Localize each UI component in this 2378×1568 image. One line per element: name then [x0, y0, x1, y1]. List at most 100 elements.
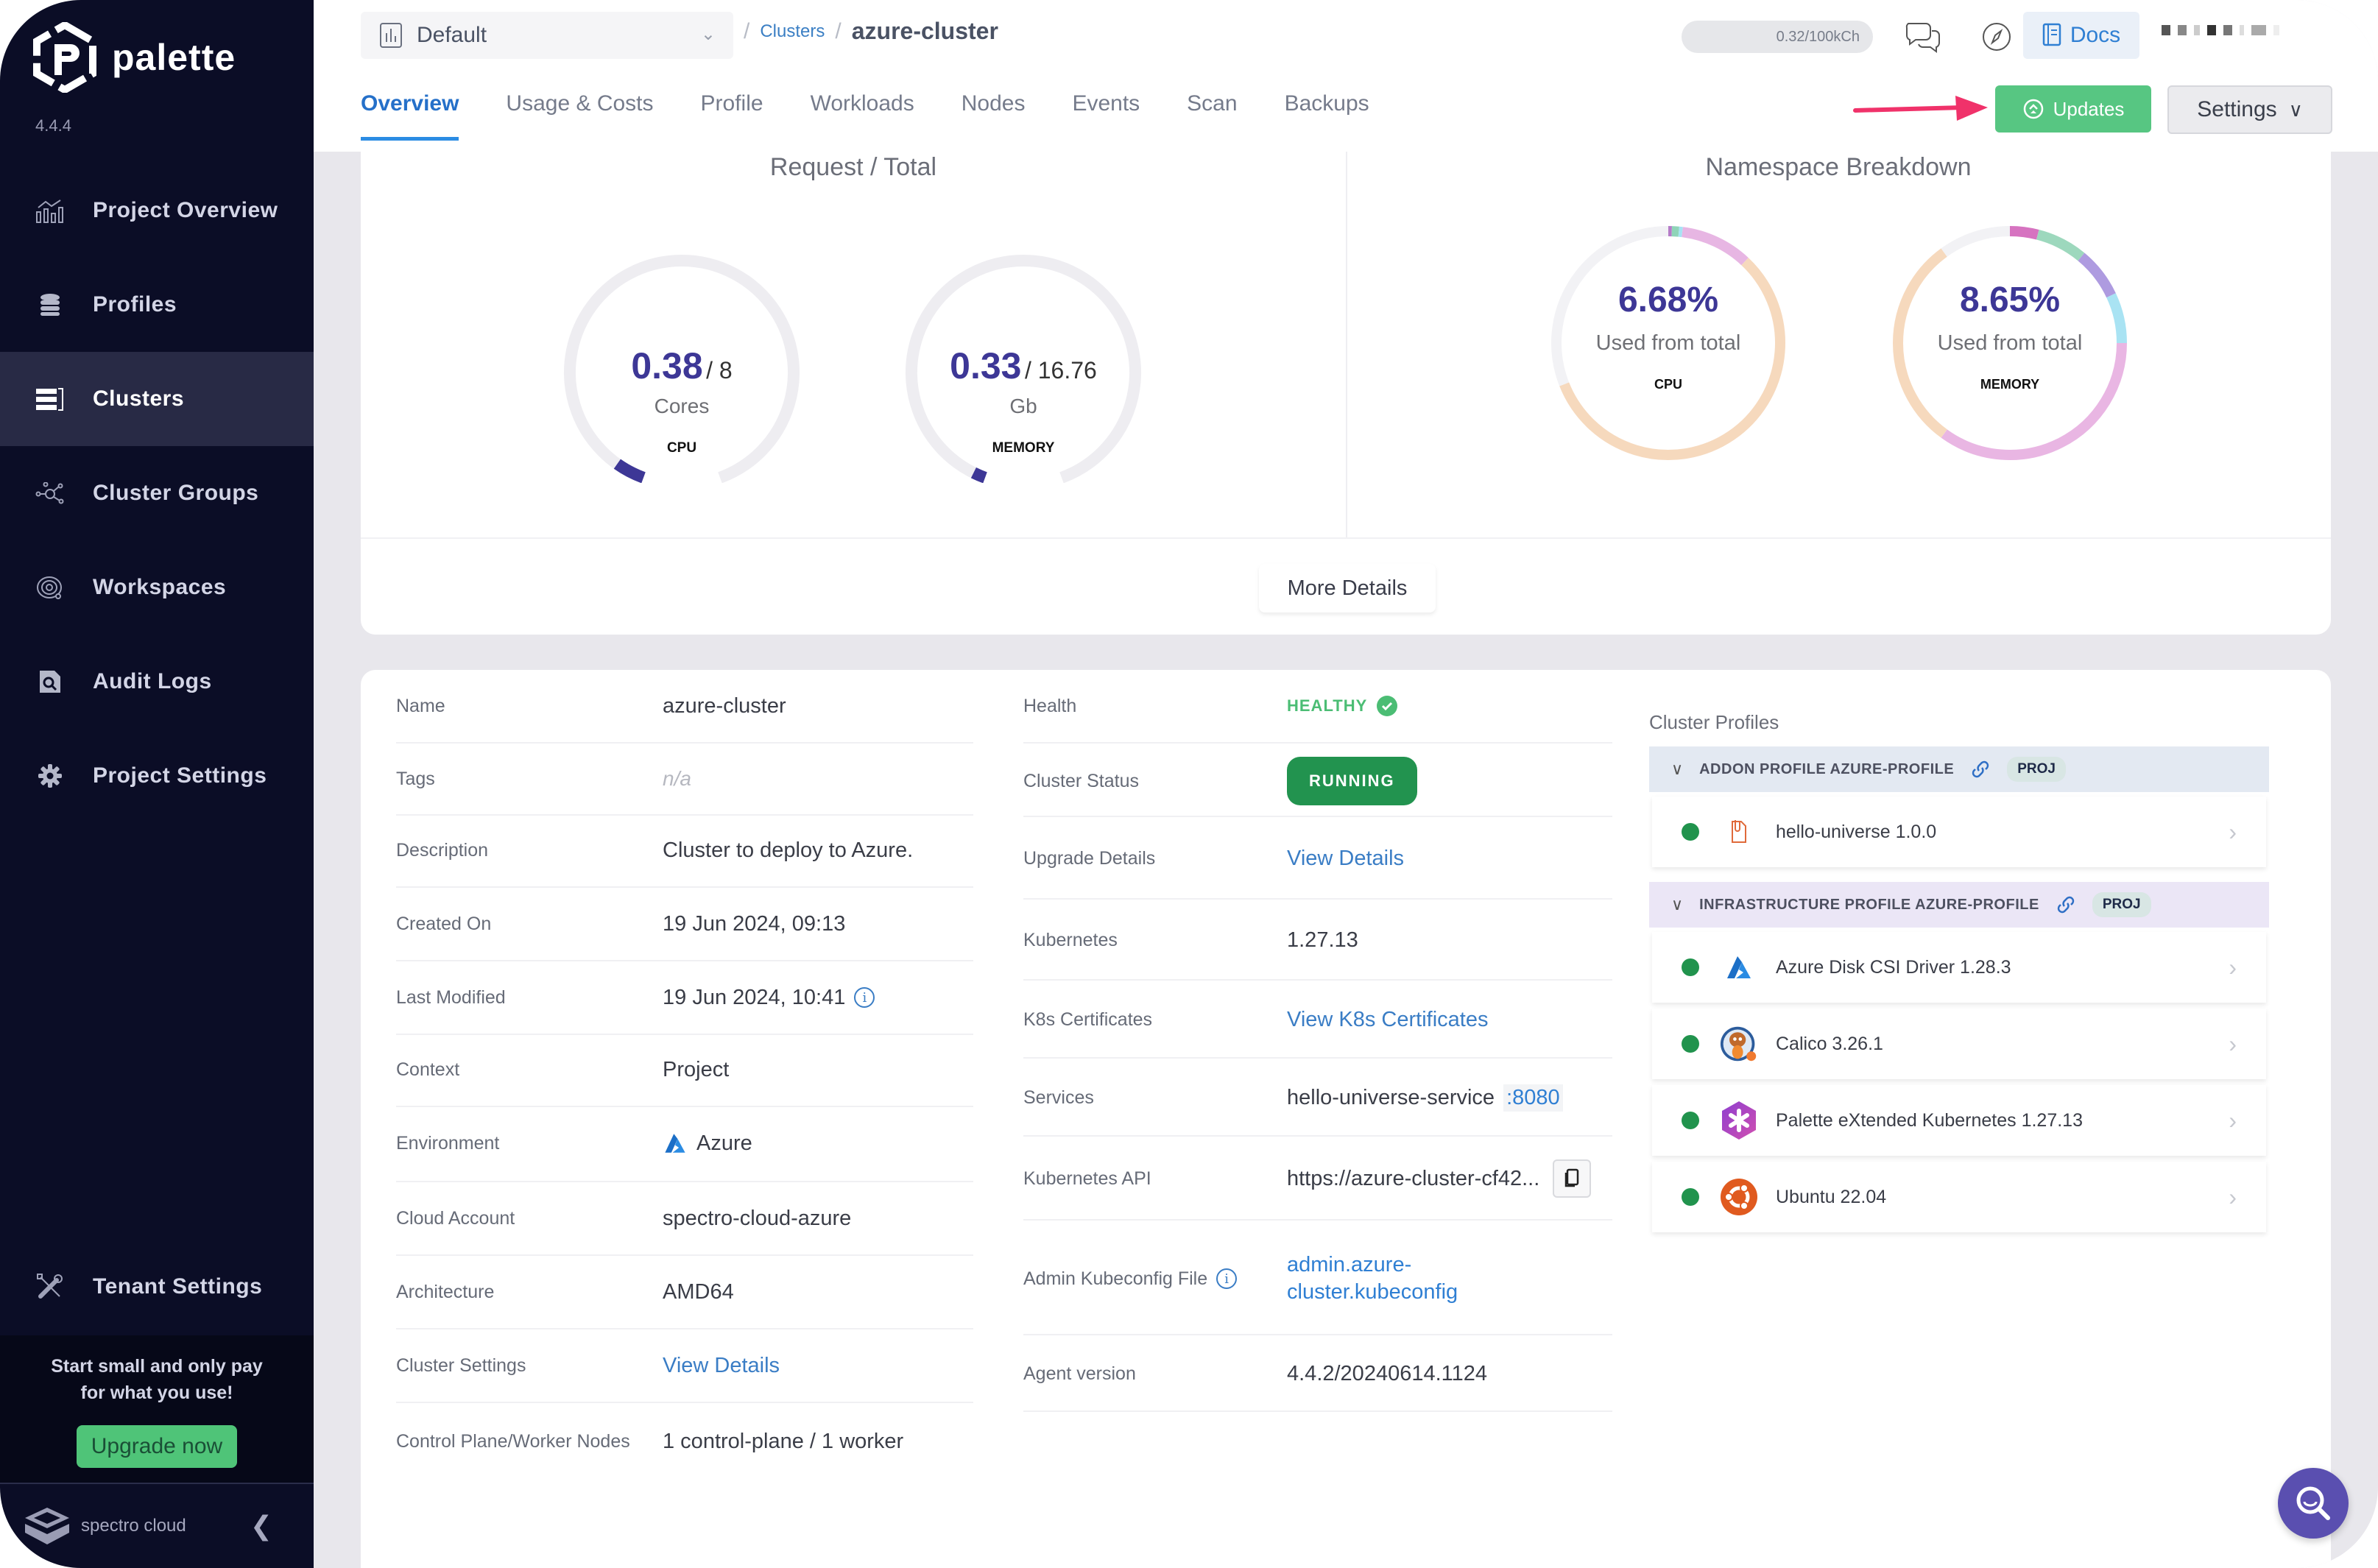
detail-label: K8s Certificates [1023, 1009, 1152, 1031]
upgrade-now-button[interactable]: Upgrade now [76, 1425, 238, 1468]
docs-button[interactable]: Docs [2023, 12, 2139, 59]
tab-usage-costs[interactable]: Usage & Costs [506, 91, 653, 141]
detail-value-text: 4.4.2/20240614.1124 [1287, 1361, 1488, 1385]
profile-layer-item[interactable]: Ubuntu 22.04 › [1652, 1162, 2266, 1232]
detail-row-created-on: Created On 19 Jun 2024, 09:13 [396, 888, 973, 961]
sidebar-item-label: Clusters [93, 386, 185, 411]
tab-profile[interactable]: Profile [701, 91, 763, 141]
detail-value-text: n/a [663, 767, 691, 790]
view-k8s-certificates-link[interactable]: View K8s Certificates [1287, 1008, 1488, 1032]
namespace-cpu-label: CPU [1654, 377, 1682, 392]
memory-donut-segment-6[interactable] [1941, 226, 2011, 257]
search-assistant-button[interactable] [2278, 1468, 2349, 1539]
detail-label-text: Admin Kubeconfig File [1023, 1268, 1208, 1289]
workspace-icon [35, 573, 65, 602]
chevron-down-icon[interactable]: ∨ [1671, 895, 1683, 914]
more-details-button[interactable]: More Details [1259, 564, 1436, 612]
tab-backups[interactable]: Backups [1285, 91, 1369, 141]
sidebar-item-label: Project Settings [93, 763, 267, 788]
copy-api-url-button[interactable] [1553, 1159, 1592, 1198]
detail-value-text: Project [663, 1057, 730, 1081]
tab-overview[interactable]: Overview [361, 91, 459, 141]
cpu-donut-segment-3[interactable] [1682, 227, 1749, 266]
sidebar-item-audit-logs[interactable]: Audit Logs [0, 635, 314, 729]
profile-layer-item[interactable]: Calico 3.26.1 › [1652, 1009, 2266, 1079]
sidebar-item-project-settings[interactable]: Project Settings [0, 729, 314, 823]
chat-icon[interactable] [1904, 18, 1942, 56]
breadcrumb-clusters[interactable]: Clusters [760, 21, 825, 42]
detail-label: Context [396, 1059, 460, 1080]
kubeconfig-download-link[interactable]: admin.azure-cluster.kubeconfig [1287, 1253, 1458, 1304]
sidebar-item-clusters[interactable]: Clusters [0, 352, 314, 446]
cpu-donut-segment-2[interactable] [1678, 226, 1683, 238]
detail-label: Cluster Settings [396, 1355, 526, 1376]
cluster-profiles-title: Cluster Profiles [1649, 711, 1779, 733]
settings-dropdown-button[interactable]: Settings ∨ [2167, 85, 2332, 134]
project-selector[interactable]: Default ⌄ [361, 12, 733, 59]
chart-line-icon [35, 196, 65, 225]
collapse-sidebar-icon[interactable]: ❮ [250, 1511, 272, 1541]
profile-group-addon[interactable]: ∨ ADDON PROFILE AZURE-PROFILE PROJ [1649, 746, 2269, 792]
brand[interactable]: palette [32, 22, 236, 93]
compass-icon[interactable] [1977, 18, 2016, 56]
resource-summary-card: Request / Total Namespace Breakdown 0.38… [361, 152, 2331, 635]
detail-label: Agent version [1023, 1363, 1136, 1385]
memory-donut-segment-0[interactable] [2009, 226, 2039, 240]
profile-layer-item[interactable]: hello-universe 1.0.0 › [1652, 797, 2266, 867]
chevron-right-icon: › [2229, 1106, 2237, 1134]
chevron-down-icon[interactable]: ∨ [1671, 760, 1683, 779]
tab-workloads[interactable]: Workloads [811, 91, 914, 141]
detail-label-text: Cluster Status [1023, 770, 1140, 791]
detail-label: Cluster Status [1023, 771, 1139, 792]
detail-value: RUNNING [1287, 757, 1417, 805]
info-icon[interactable]: i [854, 987, 875, 1008]
chevron-right-icon: › [2229, 953, 2237, 981]
upgrade-view-details-link[interactable]: View Details [1287, 847, 1404, 871]
sidebar-item-workspaces[interactable]: Workspaces [0, 540, 314, 635]
link-icon[interactable] [2056, 894, 2076, 915]
sidebar-item-project-overview[interactable]: Project Overview [0, 163, 314, 258]
memory-donut-segment-1[interactable] [2036, 229, 2085, 261]
sidebar-item-profiles[interactable]: Profiles [0, 258, 314, 352]
detail-row-context: Context Project [396, 1034, 973, 1107]
detail-label: Health [1023, 696, 1076, 717]
usage-meter[interactable]: 0.32/100kCh [1682, 21, 1873, 53]
detail-row-kubernetes: Kubernetes 1.27.13 [1023, 901, 1612, 981]
cluster-settings-view-details-link[interactable]: View Details [663, 1354, 780, 1378]
sidebar-item-tenant-settings[interactable]: Tenant Settings [0, 1238, 314, 1335]
profile-group-infrastructure[interactable]: ∨ INFRASTRUCTURE PROFILE AZURE-PROFILE P… [1649, 882, 2269, 928]
clusters-icon [35, 384, 65, 414]
tab-events[interactable]: Events [1072, 91, 1140, 141]
tab-nodes[interactable]: Nodes [962, 91, 1026, 141]
user-menu-redacted[interactable] [2162, 25, 2279, 35]
sidebar-item-cluster-groups[interactable]: Cluster Groups [0, 446, 314, 540]
divider [361, 537, 2331, 539]
namespace-memory-percent: 8.65% [1959, 280, 2061, 319]
cpu-donut-segment-1[interactable] [1671, 226, 1679, 237]
detail-value-text: Azure [696, 1131, 752, 1155]
tab-scan[interactable]: Scan [1187, 91, 1237, 141]
memory-gauge-fill [970, 467, 987, 483]
profile-layer-item[interactable]: Azure Disk CSI Driver 1.28.3 › [1652, 932, 2266, 1003]
service-port-link[interactable]: :8080 [1503, 1084, 1563, 1112]
updates-button[interactable]: Updates [1995, 85, 2151, 133]
sidebar-item-label: Workspaces [93, 575, 227, 599]
detail-row-services: Services hello-universe-service:8080 [1023, 1060, 1612, 1137]
promo-text: Start small and only pay for what you us… [0, 1353, 314, 1406]
chevron-right-icon: › [2229, 818, 2237, 845]
detail-row-cloud-account: Cloud Account spectro-cloud-azure [396, 1182, 973, 1256]
sidebar-item-label: Audit Logs [93, 669, 212, 693]
detail-value: n/a [663, 767, 691, 791]
detail-value-text: AMD64 [663, 1279, 734, 1304]
profile-layer-item[interactable]: Palette eXtended Kubernetes 1.27.13 › [1652, 1085, 2266, 1156]
namespace-memory-sub: Used from total [1937, 331, 2083, 355]
detail-label: Created On [396, 913, 492, 934]
cpu-gauge-label: CPU [666, 440, 697, 456]
memory-donut-segment-4[interactable] [1941, 342, 2127, 460]
detail-value: 4.4.2/20240614.1124 [1287, 1362, 1487, 1386]
top-header: Default ⌄ / Clusters / azure-cluster 0.3… [314, 0, 2378, 152]
detail-value-text: 19 Jun 2024, 09:13 [663, 911, 846, 936]
sidebar-item-label: Cluster Groups [93, 481, 259, 505]
info-icon[interactable]: i [1216, 1268, 1238, 1289]
link-icon[interactable] [1970, 759, 1991, 780]
